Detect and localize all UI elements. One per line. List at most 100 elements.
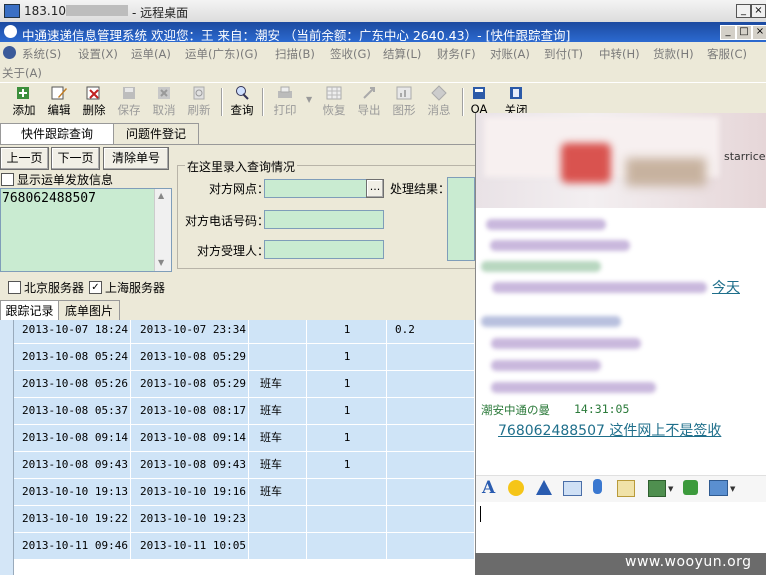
waybill-number-input[interactable]: 768062488507 ▲ ▼ (0, 188, 172, 272)
emoji-icon[interactable] (508, 480, 524, 496)
tab-divider (0, 144, 475, 145)
prev-page-button[interactable]: 上一页 (0, 147, 49, 170)
add-icon (17, 87, 29, 99)
transfer-icon[interactable] (683, 480, 698, 495)
remote-close-icon[interactable]: × (751, 4, 766, 18)
app-close-icon[interactable]: × (752, 25, 766, 40)
print-button[interactable]: 打印 (267, 85, 303, 118)
chat-input[interactable] (476, 502, 766, 553)
menu-waybill-guangdong[interactable]: 运单(广东)(G) (185, 46, 258, 62)
message-icon (431, 85, 447, 101)
table-row[interactable]: 2013-10-08 05:26 2013-10-08 05:29 班车 1 (14, 371, 475, 397)
table-row[interactable]: 2013-10-07 18:24 2013-10-07 23:34 1 0.2 (14, 320, 475, 343)
table-cell-type: 班车 (250, 452, 307, 478)
screenshot-dropdown-icon[interactable]: ▼ (730, 485, 735, 493)
menu-cod[interactable]: 到付(T) (544, 46, 583, 62)
next-page-button[interactable]: 下一页 (51, 147, 100, 170)
tab-problem-register[interactable]: 问题件登记 (113, 123, 199, 144)
app-minimize-icon[interactable]: _ (720, 25, 736, 40)
menu-reconcile[interactable]: 对账(A) (490, 46, 530, 62)
beijing-server-checkbox[interactable] (8, 281, 21, 294)
table-row[interactable]: 2013-10-08 09:43 2013-10-08 09:43 班车 1 (14, 452, 475, 478)
result-label: 处理结果： (390, 182, 451, 196)
export-button[interactable]: 导出 (351, 85, 387, 118)
peer-phone-field[interactable] (264, 210, 384, 229)
chat-message: 768062488507 这件网上不是签收 (498, 423, 722, 439)
table-cell-t1: 2013-10-08 05:24 (14, 344, 131, 370)
query-group-title: 在这里录入查询情况 (185, 158, 298, 175)
table-cell-t1: 2013-10-08 05:26 (14, 371, 131, 397)
oa-button[interactable]: OA (466, 85, 492, 116)
restore-button[interactable]: 恢复 (316, 85, 352, 118)
screenshot-icon[interactable] (709, 480, 728, 496)
delete-button[interactable]: 删除 (76, 85, 112, 118)
add-button[interactable]: 添加 (6, 85, 42, 118)
table-cell-n: 1 (308, 425, 387, 451)
chat-banner-image (626, 158, 706, 186)
table-cell-t2: 2013-10-10 19:23 (132, 506, 249, 532)
table-cell-extra (387, 533, 475, 559)
chart-button[interactable]: 图形 (386, 85, 422, 118)
scroll-up-icon[interactable]: ▲ (158, 191, 164, 200)
peer-phone-label: 对方电话号码： (185, 214, 270, 228)
table-cell-t2: 2013-10-10 19:16 (132, 479, 249, 505)
menu-scan[interactable]: 扫描(B) (275, 46, 315, 62)
blurred-message (492, 282, 707, 293)
browse-site-button[interactable]: ... (366, 179, 384, 198)
menu-transfer[interactable]: 中转(H) (599, 46, 640, 62)
note-icon[interactable] (617, 480, 635, 497)
menu-service[interactable]: 客服(C) (707, 46, 747, 62)
clear-waybill-button[interactable]: 清除单号 (103, 147, 169, 170)
edit-icon (51, 86, 67, 100)
close-icon (510, 87, 522, 99)
peer-site-field[interactable] (264, 179, 368, 198)
video-icon[interactable] (563, 481, 582, 496)
cancel-button[interactable]: 取消 (146, 85, 182, 118)
menu-sign[interactable]: 签收(G) (330, 46, 371, 62)
voice-icon[interactable] (593, 479, 602, 494)
menu-finance[interactable]: 财务(F) (437, 46, 476, 62)
waybill-scrollbar[interactable]: ▲ ▼ (154, 189, 171, 271)
table-row[interactable]: 2013-10-11 09:46 2013-10-11 10:05 (14, 533, 475, 559)
edit-button[interactable]: 编辑 (41, 85, 77, 118)
image-dropdown-icon[interactable]: ▼ (668, 485, 673, 493)
beijing-server-label: 北京服务器 (24, 281, 85, 295)
font-icon[interactable]: A (482, 478, 495, 498)
menu-waybill[interactable]: 运单(A) (131, 46, 171, 62)
table-row[interactable]: 2013-10-10 19:22 2013-10-10 19:23 (14, 506, 475, 532)
refresh-button[interactable]: 刷新 (181, 85, 217, 118)
table-row[interactable]: 2013-10-10 19:13 2013-10-10 19:16 班车 (14, 479, 475, 505)
result-field[interactable] (447, 177, 475, 261)
table-cell-extra (387, 479, 475, 505)
tab-bill-image[interactable]: 底单图片 (58, 300, 120, 321)
print-dropdown-icon[interactable]: ▼ (306, 95, 312, 104)
save-button[interactable]: 保存 (111, 85, 147, 118)
menu-payment[interactable]: 货款(H) (653, 46, 694, 62)
remote-minimize-icon[interactable]: _ (736, 4, 751, 18)
table-row[interactable]: 2013-10-08 09:14 2013-10-08 09:14 班车 1 (14, 425, 475, 451)
shanghai-server-checkbox[interactable]: ✓ (89, 281, 102, 294)
table-cell-type: 班车 (250, 479, 307, 505)
cancel-icon (158, 87, 170, 99)
menu-about[interactable]: 关于(A) (2, 65, 42, 81)
table-row[interactable]: 2013-10-08 05:24 2013-10-08 05:29 1 (14, 344, 475, 370)
image-icon[interactable] (648, 480, 666, 497)
scroll-down-icon[interactable]: ▼ (158, 258, 164, 267)
menu-settlement[interactable]: 结算(L) (383, 46, 421, 62)
show-sender-label: 显示运单发放信息 (17, 173, 114, 187)
app-maximize-icon[interactable]: □ (736, 25, 752, 40)
tab-track-query[interactable]: 快件跟踪查询 (0, 123, 114, 144)
menu-system[interactable]: 系统(S) (22, 46, 61, 62)
app-menu-icon[interactable] (3, 46, 16, 59)
tab-track-log[interactable]: 跟踪记录 (0, 300, 59, 321)
search-button[interactable]: 查询 (224, 85, 260, 118)
table-row[interactable]: 2013-10-08 05:37 2013-10-08 08:17 班车 1 (14, 398, 475, 424)
peer-handler-field[interactable] (264, 240, 384, 259)
table-cell-type: 班车 (250, 398, 307, 424)
show-sender-checkbox[interactable] (1, 173, 14, 186)
menu-settings[interactable]: 设置(X) (78, 46, 118, 62)
chat-sender: 潮安中通の曼 (481, 403, 550, 417)
table-cell-n: 1 (308, 371, 387, 397)
message-button[interactable]: 消息 (421, 85, 457, 118)
magic-icon[interactable] (536, 480, 552, 495)
